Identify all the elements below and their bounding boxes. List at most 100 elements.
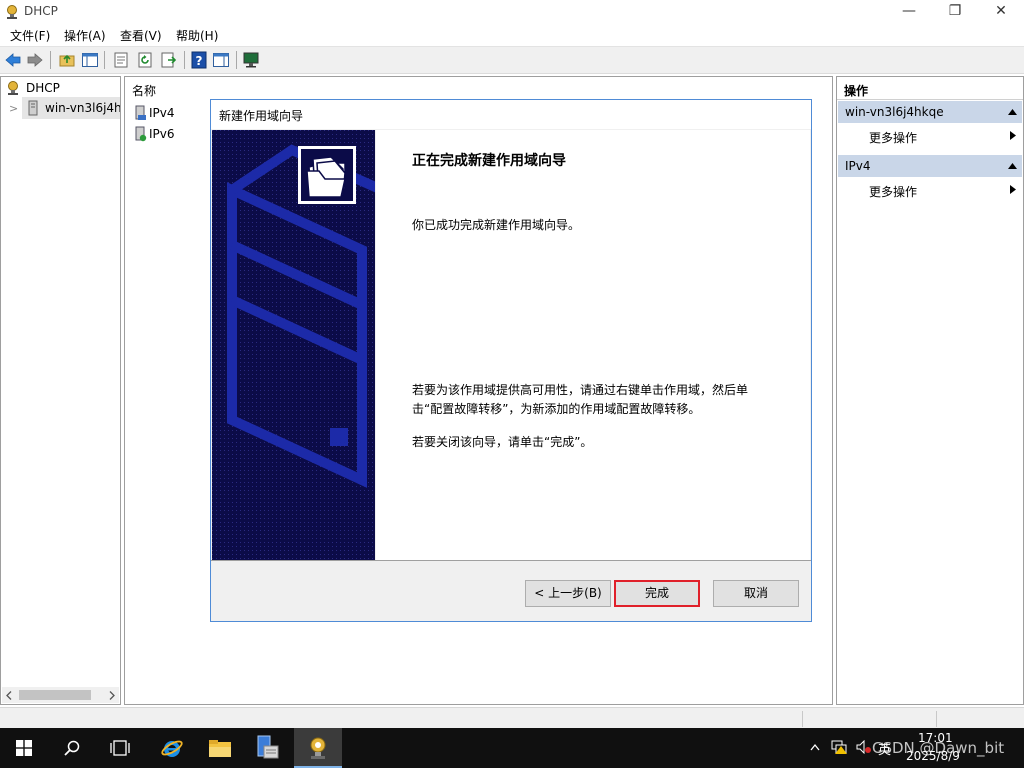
tree-root-label[interactable]: DHCP: [26, 81, 60, 95]
toolbar-separator: [104, 51, 105, 69]
action-pane-icon[interactable]: [212, 51, 230, 69]
wizard-close-hint: 若要关闭该向导，请单击“完成”。: [412, 435, 593, 449]
menu-file[interactable]: 文件(F): [10, 27, 50, 44]
column-header-name[interactable]: 名称: [132, 82, 156, 99]
status-divider: [802, 711, 803, 727]
tree-item-server[interactable]: win-vn3l6j4hk: [22, 97, 120, 119]
close-button[interactable]: ✕: [978, 0, 1024, 24]
list-item-label: IPv4: [149, 106, 175, 120]
up-folder-icon[interactable]: [58, 51, 76, 69]
submenu-arrow-icon: [1010, 185, 1016, 194]
console-tree-pane: DHCP > win-vn3l6j4hk: [0, 76, 121, 705]
dhcp-root-icon: [8, 81, 18, 95]
taskbar-file-explorer[interactable]: [196, 728, 244, 768]
server-manager-icon: [257, 735, 279, 759]
minimize-icon: —: [902, 3, 916, 19]
forward-arrow-icon[interactable]: [26, 51, 44, 69]
tree-server-label: win-vn3l6j4hk: [45, 101, 120, 115]
tree-expand-icon[interactable]: >: [9, 102, 18, 115]
search-button[interactable]: [48, 728, 96, 768]
toolbar-separator: [50, 51, 51, 69]
back-arrow-icon[interactable]: [4, 51, 22, 69]
show-hide-tree-icon[interactable]: [81, 51, 99, 69]
wizard-title: 新建作用域向导: [219, 109, 304, 123]
action-section-server[interactable]: win-vn3l6j4hkqe: [838, 101, 1022, 123]
collapse-up-icon[interactable]: [1008, 163, 1017, 169]
maximize-button[interactable]: ❐: [932, 0, 978, 24]
ipv6-icon: [135, 126, 147, 142]
ipv4-icon: [135, 105, 146, 120]
actions-pane: 操作 win-vn3l6j4hkqe 更多操作 IPv4 更多操作: [836, 76, 1024, 705]
wizard-heading: 正在完成新建作用域向导: [412, 153, 566, 169]
menu-view[interactable]: 查看(V): [120, 27, 162, 44]
taskbar-dhcp-active[interactable]: [294, 728, 342, 768]
window-title: DHCP: [24, 4, 58, 18]
scroll-left-icon[interactable]: [5, 691, 13, 700]
dhcp-taskbar-icon: [310, 737, 326, 759]
wizard-intro-text: 你已成功完成新建作用域向导。: [412, 218, 581, 232]
status-divider: [936, 711, 937, 727]
cancel-button[interactable]: 取消: [713, 580, 799, 607]
collapse-up-icon[interactable]: [1008, 109, 1017, 115]
refresh-icon[interactable]: [136, 51, 154, 69]
toolbar-separator: [184, 51, 185, 69]
scroll-right-icon[interactable]: [108, 691, 116, 700]
wizard-content-area: 正在完成新建作用域向导 你已成功完成新建作用域向导。 若要为该作用域提供高可用性…: [376, 130, 810, 560]
tray-overflow-icon[interactable]: [810, 743, 820, 751]
action-section-title: IPv4: [845, 159, 871, 173]
svg-text:?: ?: [196, 54, 203, 68]
server-icon: [28, 100, 38, 116]
taskbar-server-manager[interactable]: [244, 728, 292, 768]
action-more-label: 更多操作: [869, 185, 918, 199]
wizard-failover-text-1: 若要为该作用域提供高可用性，请通过右键单击作用域，然后单: [412, 383, 749, 397]
wizard-banner-art: [212, 130, 375, 560]
task-view-button[interactable]: [96, 728, 144, 768]
new-scope-wizard-dialog: 新建作用域向导 正在完成新建作用域向导 你已成功完成新建作用域向导。 若要为该作…: [210, 99, 812, 622]
volume-icon[interactable]: [856, 740, 872, 754]
internet-explorer-icon: [161, 740, 183, 757]
list-item[interactable]: IPv4: [132, 103, 210, 123]
network-icon[interactable]: [830, 739, 848, 755]
search-icon: [64, 740, 80, 756]
submenu-arrow-icon: [1010, 131, 1016, 140]
toolbar-separator: [236, 51, 237, 69]
maximize-icon: ❐: [948, 3, 962, 19]
help-icon[interactable]: ?: [190, 51, 208, 69]
action-more-label: 更多操作: [869, 131, 918, 145]
list-item[interactable]: IPv6: [132, 124, 210, 144]
windows-logo-icon: [16, 740, 32, 756]
list-item-label: IPv6: [149, 127, 175, 141]
actions-header: 操作: [837, 77, 1023, 100]
back-button[interactable]: < 上一步(B): [525, 580, 611, 607]
properties-icon[interactable]: [112, 51, 130, 69]
wizard-title-bar: 新建作用域向导: [211, 100, 811, 129]
file-explorer-icon: [209, 740, 231, 757]
close-icon: ✕: [995, 3, 1007, 19]
tree-horizontal-scrollbar[interactable]: [2, 687, 119, 703]
folders-icon: [301, 149, 353, 201]
action-section-ipv4[interactable]: IPv4: [838, 155, 1022, 177]
task-view-icon: [110, 740, 130, 756]
wizard-footer-divider: [211, 560, 811, 561]
menu-help[interactable]: 帮助(H): [176, 27, 218, 44]
tree-scroll-thumb[interactable]: [19, 690, 91, 700]
csdn-watermark: CSDN @Dawn_bit: [872, 739, 1005, 757]
window-title-bar: DHCP — ❐ ✕: [0, 0, 1024, 24]
monitor-icon[interactable]: [242, 51, 260, 69]
folder-icon-frame: [298, 146, 356, 204]
start-button[interactable]: [0, 728, 48, 768]
action-more-server[interactable]: 更多操作: [838, 125, 1022, 147]
action-more-ipv4[interactable]: 更多操作: [838, 179, 1022, 201]
finish-button[interactable]: 完成: [614, 580, 700, 607]
toolbar: ?: [0, 46, 1024, 74]
action-section-title: win-vn3l6j4hkqe: [845, 105, 944, 119]
minimize-button[interactable]: —: [886, 0, 932, 24]
status-bar: [0, 707, 1024, 730]
export-list-icon[interactable]: [160, 51, 178, 69]
windows-taskbar: 英 17:01 2025/8/9 CSDN @Dawn_bit: [0, 728, 1024, 768]
wizard-failover-text-2: 击“配置故障转移”，为新添加的作用域配置故障转移。: [412, 402, 701, 416]
menu-action[interactable]: 操作(A): [64, 27, 106, 44]
actions-title: 操作: [844, 84, 869, 98]
taskbar-ie[interactable]: [148, 728, 196, 768]
dhcp-app-icon: [7, 5, 17, 19]
